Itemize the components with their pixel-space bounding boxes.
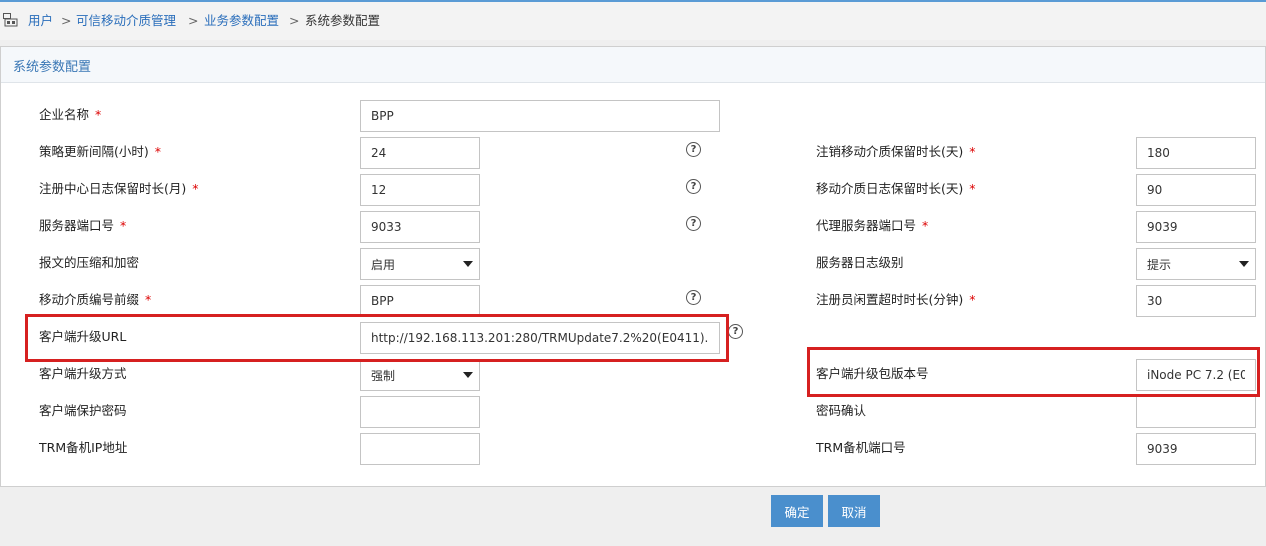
proxy-port-input[interactable] (1136, 211, 1256, 243)
client-upgrade-url-input[interactable] (360, 322, 720, 354)
policy-update-interval-input[interactable] (360, 137, 480, 169)
idle-timeout-input[interactable] (1136, 285, 1256, 317)
server-log-level-select[interactable]: 提示 (1136, 248, 1256, 280)
server-port-input[interactable] (360, 211, 480, 243)
system-params-panel: 系统参数配置 企业名称 * 策略更新间隔(小时) * 注册中心日志保留时长(月) * … (0, 46, 1266, 487)
compress-encrypt-select[interactable]: 启用 (360, 248, 480, 280)
breadcrumb-separator: > (289, 13, 300, 28)
server-log-level-value: 提示 (1147, 258, 1172, 272)
register-log-retention-label: 注册中心日志保留时长(月) * (39, 181, 199, 196)
breadcrumb-trusted-media[interactable]: 可信移动介质管理 (76, 13, 176, 29)
company-name-label: 企业名称 * (39, 107, 102, 122)
media-log-retention-input[interactable] (1136, 174, 1256, 206)
register-log-retention-input[interactable] (360, 174, 480, 206)
cancel-button[interactable]: 取消 (828, 495, 880, 527)
trm-backup-ip-input[interactable] (360, 433, 480, 465)
panel-title: 系统参数配置 (13, 60, 92, 75)
breadcrumb-users[interactable]: 用户 (28, 13, 53, 29)
breadcrumb-separator: > (188, 13, 199, 28)
confirm-button[interactable]: 确定 (771, 495, 823, 527)
company-name-input[interactable] (360, 100, 720, 132)
media-prefix-label: 移动介质编号前缀 * (39, 292, 152, 307)
breadcrumb-separator: > (61, 13, 72, 28)
breadcrumb: 用户 > 可信移动介质管理 > 业务参数配置 > 系统参数配置 (0, 0, 1266, 40)
caret-down-icon (463, 261, 473, 267)
compress-encrypt-value: 启用 (371, 258, 396, 272)
client-upgrade-mode-label: 客户端升级方式 (39, 366, 127, 381)
compress-encrypt-label: 报文的压缩和加密 (39, 255, 140, 270)
client-upgrade-url-label: 客户端升级URL (39, 329, 127, 344)
media-prefix-input[interactable] (360, 285, 480, 317)
client-protect-password-label: 客户端保护密码 (39, 403, 127, 418)
help-icon[interactable]: ? (686, 142, 701, 157)
media-log-retention-label: 移动介质日志保留时长(天) * (816, 181, 976, 196)
server-log-level-label: 服务器日志级别 (816, 255, 904, 270)
help-icon[interactable]: ? (728, 324, 743, 339)
client-protect-password-input[interactable] (360, 396, 480, 428)
breadcrumb-business-params[interactable]: 业务参数配置 (204, 13, 279, 29)
caret-down-icon (1239, 261, 1249, 267)
caret-down-icon (463, 372, 473, 378)
help-icon[interactable]: ? (686, 216, 701, 231)
breadcrumb-current: 系统参数配置 (305, 13, 381, 28)
proxy-port-label: 代理服务器端口号 * (816, 218, 929, 233)
policy-update-interval-label: 策略更新间隔(小时) * (39, 144, 162, 159)
panel-header: 系统参数配置 (1, 47, 1265, 83)
deregister-retention-input[interactable] (1136, 137, 1256, 169)
idle-timeout-label: 注册员闲置超时时长(分钟) * (816, 292, 976, 307)
password-confirm-input[interactable] (1136, 396, 1256, 428)
client-package-version-label: 客户端升级包版本号 (816, 366, 929, 381)
server-port-label: 服务器端口号 * (39, 218, 127, 233)
help-icon[interactable]: ? (686, 179, 701, 194)
home-icon[interactable] (3, 13, 19, 28)
password-confirm-label: 密码确认 (816, 403, 867, 418)
trm-backup-port-input[interactable] (1136, 433, 1256, 465)
client-upgrade-mode-select[interactable]: 强制 (360, 359, 480, 391)
help-icon[interactable]: ? (686, 290, 701, 305)
deregister-retention-label: 注销移动介质保留时长(天) * (816, 144, 976, 159)
client-upgrade-mode-value: 强制 (371, 369, 396, 383)
trm-backup-port-label: TRM备机端口号 (816, 440, 906, 455)
trm-backup-ip-label: TRM备机IP地址 (39, 440, 128, 455)
client-package-version-input[interactable] (1136, 359, 1256, 391)
